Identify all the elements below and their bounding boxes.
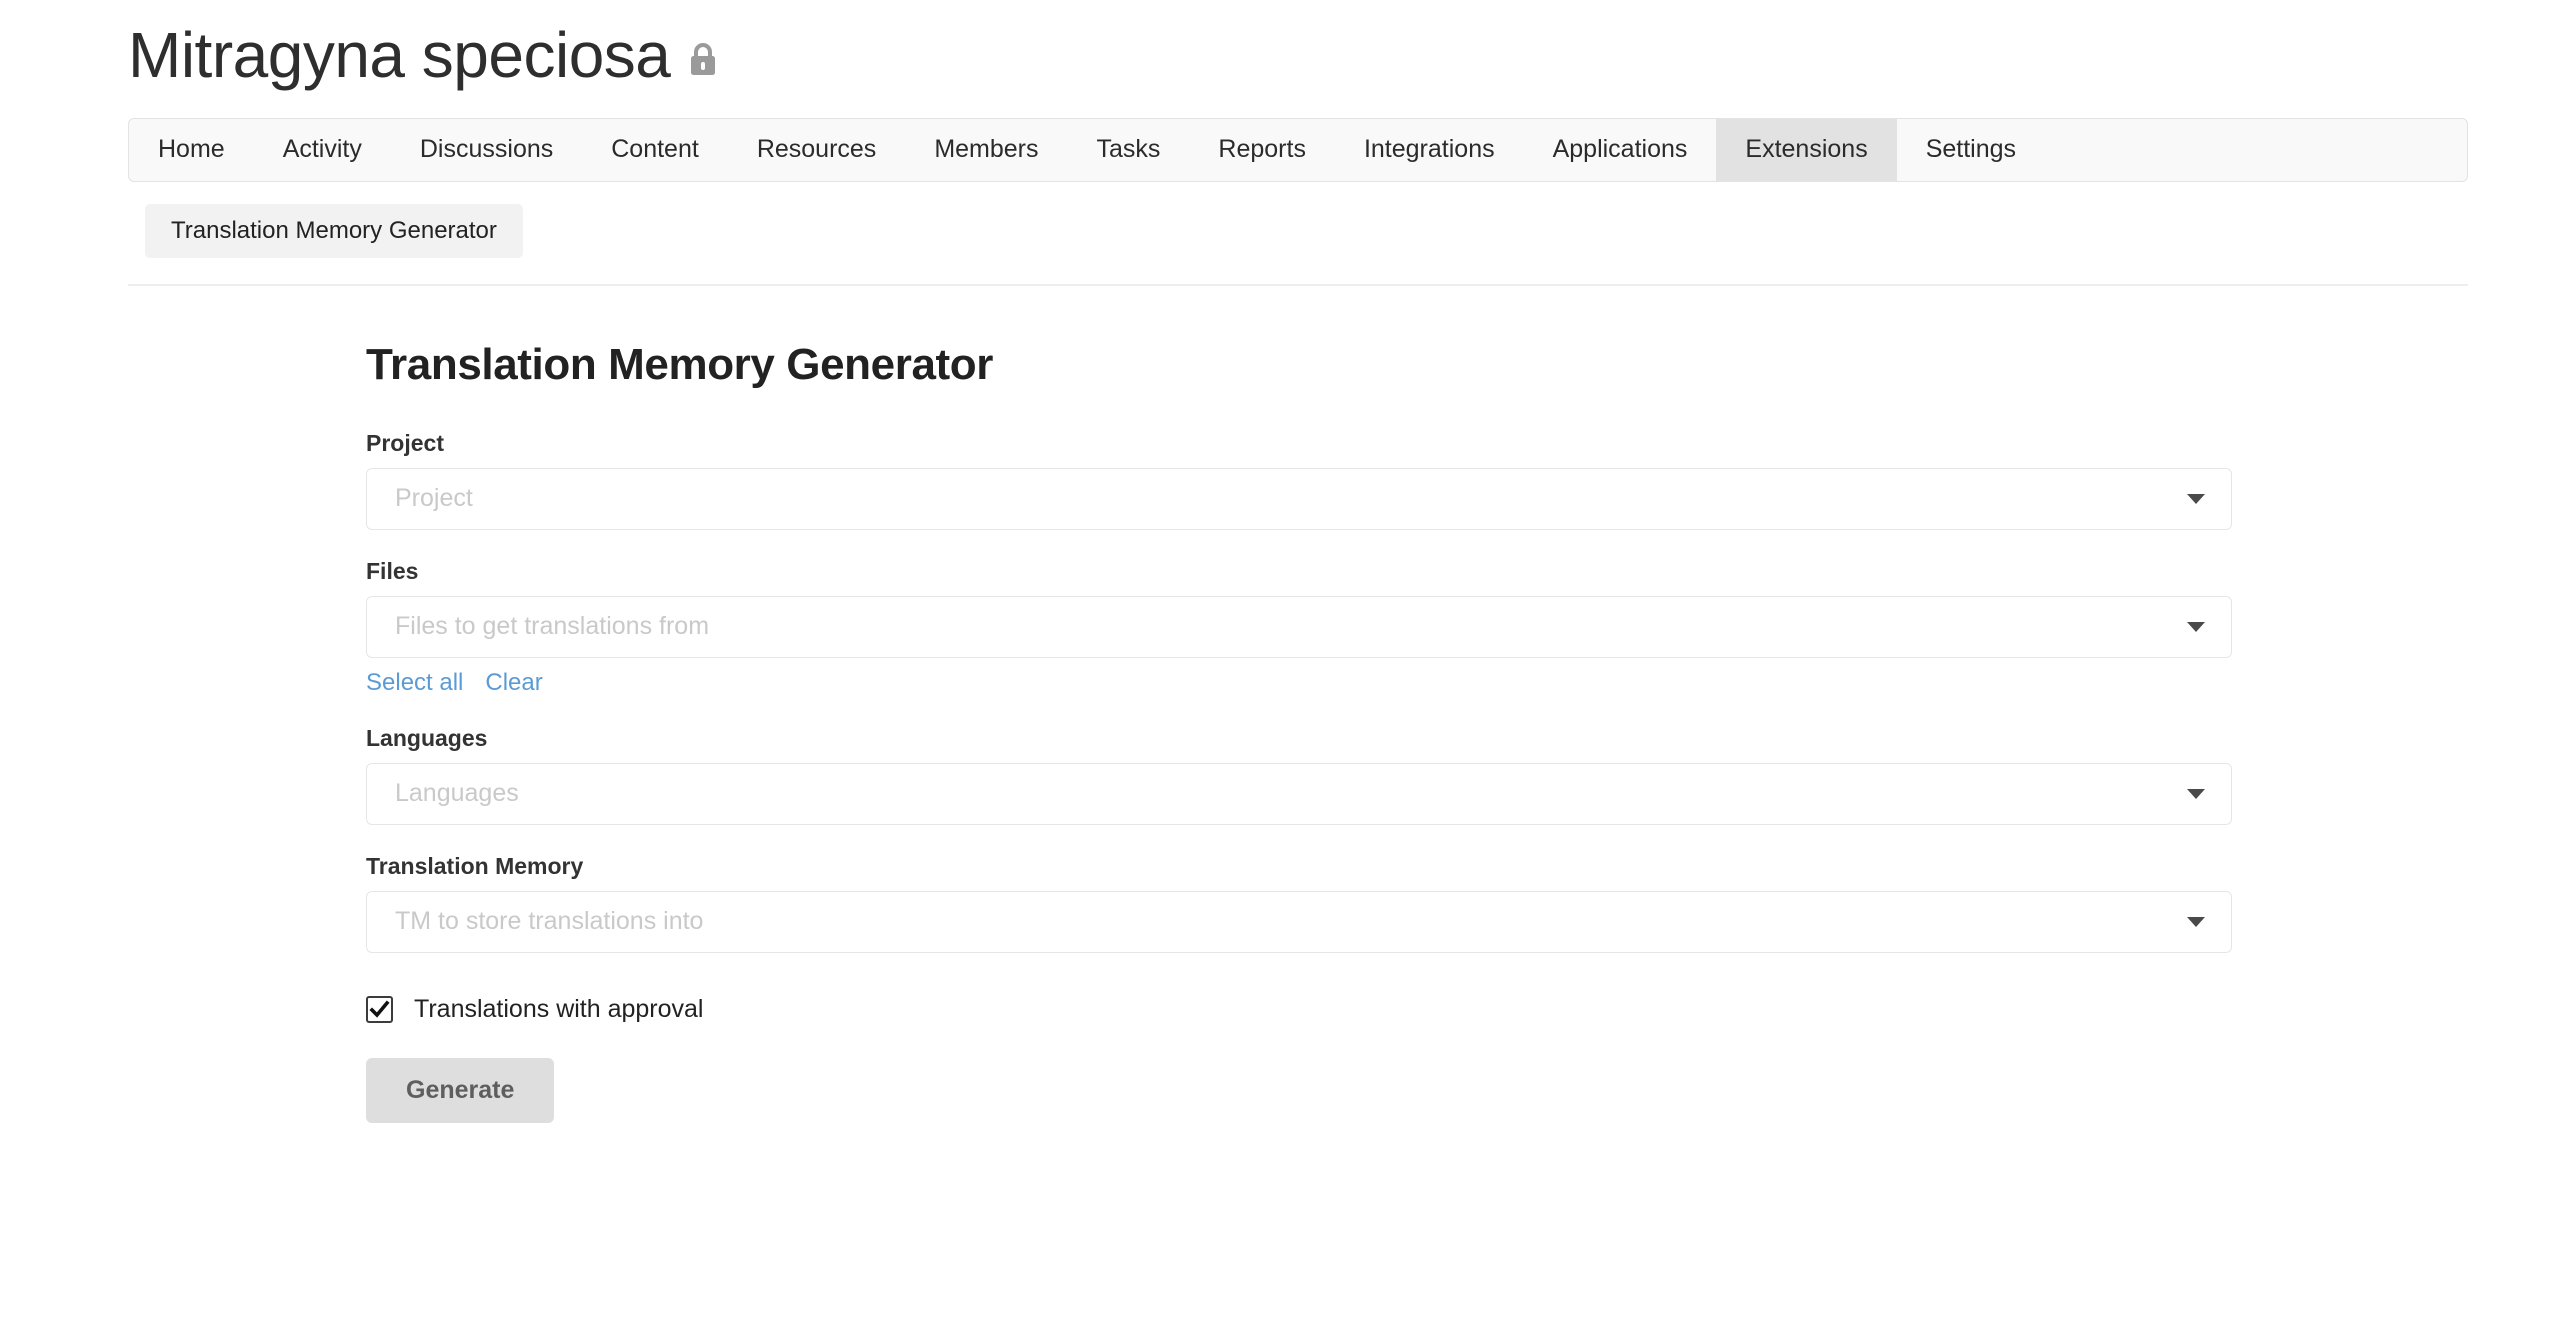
files-label: Files	[366, 557, 419, 584]
translations-with-approval-label: Translations with approval	[414, 994, 704, 1023]
nav-item-resources[interactable]: Resources	[728, 119, 906, 181]
nav-item-activity[interactable]: Activity	[254, 119, 391, 181]
translation-memory-generator-form: Translation Memory Generator Project Pro…	[366, 340, 2567, 1123]
page-header: Mitragyna speciosa	[0, 0, 2567, 94]
form-title: Translation Memory Generator	[366, 339, 993, 389]
nav-item-label: Discussions	[419, 135, 554, 164]
clear-link[interactable]: Clear	[485, 669, 542, 697]
chevron-down-icon	[2187, 493, 2205, 504]
nav-item-label: Tasks	[1096, 135, 1161, 164]
subnav-item-translation-memory-generator[interactable]: Translation Memory Generator	[145, 203, 523, 258]
section-divider	[128, 283, 2468, 286]
field-group-languages: Languages Languages	[366, 725, 2567, 825]
nav-item-tasks[interactable]: Tasks	[1068, 119, 1190, 181]
select-all-link[interactable]: Select all	[366, 669, 463, 697]
nav-item-integrations[interactable]: Integrations	[1335, 119, 1524, 181]
translations-with-approval-checkbox[interactable]	[366, 995, 393, 1023]
primary-navigation: Home Activity Discussions Content Resour…	[128, 117, 2468, 182]
translations-with-approval-row: Translations with approval	[366, 995, 2567, 1024]
nav-item-discussions[interactable]: Discussions	[391, 119, 582, 181]
files-actions: Select all Clear	[366, 669, 2567, 697]
nav-item-content[interactable]: Content	[582, 119, 728, 181]
translation-memory-select-placeholder: TM to store translations into	[395, 907, 704, 936]
chevron-down-icon	[2187, 788, 2205, 799]
nav-item-home[interactable]: Home	[129, 119, 254, 181]
field-group-files: Files Files to get translations from Sel…	[366, 558, 2567, 697]
languages-select[interactable]: Languages	[366, 762, 2232, 825]
nav-item-label: Integrations	[1363, 135, 1495, 164]
nav-item-extensions[interactable]: Extensions	[1716, 118, 1897, 181]
languages-select-placeholder: Languages	[395, 779, 519, 808]
page-title: Mitragyna speciosa	[128, 19, 671, 91]
nav-item-label: Reports	[1218, 135, 1306, 164]
translation-memory-label: Translation Memory	[366, 852, 584, 879]
nav-item-reports[interactable]: Reports	[1189, 119, 1335, 181]
files-select-placeholder: Files to get translations from	[395, 612, 710, 641]
nav-item-label: Settings	[1925, 135, 2017, 164]
field-group-translation-memory: Translation Memory TM to store translati…	[366, 853, 2567, 953]
nav-item-applications[interactable]: Applications	[1524, 119, 1717, 181]
project-select-placeholder: Project	[395, 484, 473, 513]
languages-label: Languages	[366, 724, 488, 751]
lock-icon	[688, 43, 718, 82]
nav-item-members[interactable]: Members	[905, 119, 1067, 181]
translation-memory-select[interactable]: TM to store translations into	[366, 890, 2232, 953]
nav-item-label: Content	[611, 135, 699, 164]
generate-button[interactable]: Generate	[366, 1057, 555, 1123]
sub-navigation: Translation Memory Generator	[145, 203, 2567, 258]
project-select[interactable]: Project	[366, 467, 2232, 530]
nav-item-label: Home	[158, 135, 225, 164]
nav-item-label: Activity	[282, 135, 362, 164]
project-label: Project	[366, 429, 444, 456]
field-group-project: Project Project	[366, 430, 2567, 530]
chevron-down-icon	[2187, 621, 2205, 632]
checkmark-icon	[369, 999, 390, 1018]
nav-item-label: Members	[934, 135, 1039, 164]
nav-item-settings[interactable]: Settings	[1897, 119, 2045, 181]
subnav-item-label: Translation Memory Generator	[171, 216, 497, 244]
nav-item-label: Applications	[1552, 135, 1688, 164]
nav-item-label: Extensions	[1745, 135, 1868, 164]
nav-item-label: Resources	[756, 135, 877, 164]
chevron-down-icon	[2187, 916, 2205, 927]
files-select[interactable]: Files to get translations from	[366, 595, 2232, 658]
